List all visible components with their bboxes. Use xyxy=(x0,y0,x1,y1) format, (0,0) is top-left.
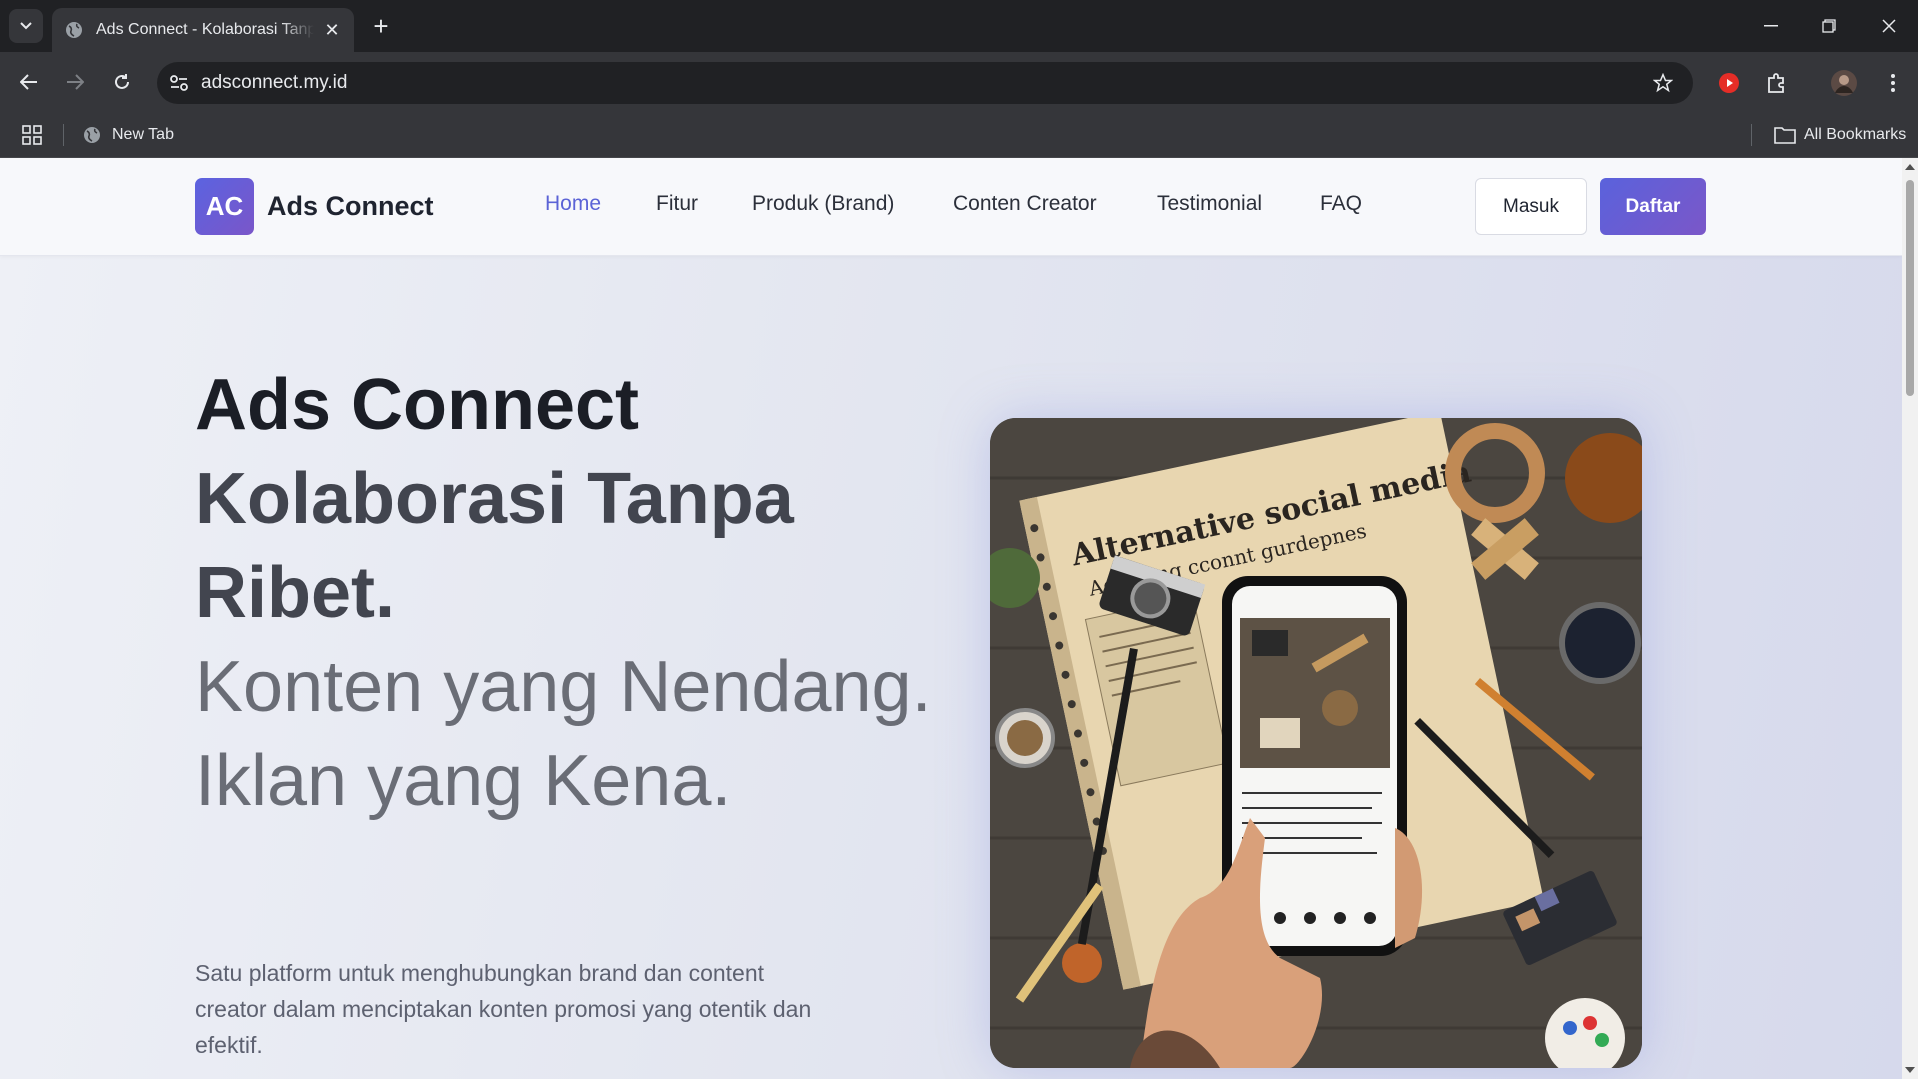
back-button[interactable] xyxy=(11,64,47,100)
site-info-icon[interactable] xyxy=(169,74,189,92)
chevron-down-icon xyxy=(20,22,32,30)
all-bookmarks-button[interactable]: All Bookmarks xyxy=(1774,120,1906,150)
extension-button[interactable] xyxy=(1712,66,1746,100)
red-extension-icon xyxy=(1719,73,1739,93)
apps-button[interactable] xyxy=(22,120,42,150)
url-text: adsconnect.my.id xyxy=(201,72,348,93)
new-tab-button[interactable]: + xyxy=(366,12,396,42)
hero-title-line2: Kolaborasi Tanpa Ribet. xyxy=(195,459,794,633)
minimize-button[interactable] xyxy=(1748,10,1794,42)
bookmark-new-tab[interactable]: New Tab xyxy=(82,120,174,150)
puzzle-icon xyxy=(1768,73,1784,93)
hero-image: Alternative social media Adddring cconnt… xyxy=(990,418,1642,1068)
browser-tab[interactable]: Ads Connect - Kolaborasi Tanpa Ribet. ✕ xyxy=(52,8,354,52)
avatar-icon xyxy=(1831,70,1857,96)
scroll-down-arrow[interactable] xyxy=(1905,1067,1915,1073)
tab-search-button[interactable] xyxy=(9,9,43,43)
forward-button[interactable] xyxy=(57,64,93,100)
login-button[interactable]: Masuk xyxy=(1475,178,1587,235)
bookmark-divider xyxy=(63,124,64,146)
tab-strip: Ads Connect - Kolaborasi Tanpa Ribet. ✕ … xyxy=(0,0,1918,52)
globe-icon xyxy=(84,127,100,143)
address-bar[interactable]: adsconnect.my.id xyxy=(157,62,1693,104)
folder-icon xyxy=(1774,127,1796,144)
nav-link-produk[interactable]: Produk (Brand) xyxy=(752,192,894,216)
arrow-right-icon xyxy=(67,74,84,90)
hero-illustration: Alternative social media Adddring cconnt… xyxy=(990,418,1642,1068)
restore-icon xyxy=(1822,19,1836,33)
more-vertical-icon xyxy=(1891,74,1895,92)
site-navbar: AC Ads Connect Home Fitur Produk (Brand)… xyxy=(0,158,1902,256)
page-scrollbar[interactable] xyxy=(1902,158,1918,1079)
nav-link-faq[interactable]: FAQ xyxy=(1320,192,1362,216)
arrow-left-icon xyxy=(20,74,37,90)
close-window-button[interactable] xyxy=(1866,10,1912,42)
scroll-thumb[interactable] xyxy=(1906,180,1914,396)
logo-text: Ads Connect xyxy=(267,191,434,221)
minimize-icon xyxy=(1764,25,1778,27)
web-page: AC Ads Connect Home Fitur Produk (Brand)… xyxy=(0,158,1902,1079)
all-bookmarks-label: All Bookmarks xyxy=(1804,126,1907,143)
reload-icon xyxy=(115,74,129,89)
bookmark-divider xyxy=(1751,124,1752,146)
hero-description: Satu platform untuk menghubungkan brand … xyxy=(195,960,812,1058)
nav-link-conten-creator[interactable]: Conten Creator xyxy=(953,192,1097,216)
register-button[interactable]: Daftar xyxy=(1600,178,1706,235)
nav-link-testimonial[interactable]: Testimonial xyxy=(1157,192,1262,216)
nav-link-home[interactable]: Home xyxy=(545,192,601,216)
bookmarks-bar: New Tab All Bookmarks xyxy=(0,112,1918,158)
apps-grid-icon xyxy=(22,125,42,145)
bookmark-star-icon[interactable] xyxy=(1653,73,1673,93)
logo-mark: AC xyxy=(195,178,254,235)
site-logo[interactable]: AC Ads Connect xyxy=(195,178,434,235)
browser-menu-button[interactable] xyxy=(1876,66,1910,100)
close-icon xyxy=(1882,19,1896,33)
globe-icon xyxy=(66,22,82,38)
hero-title: Ads Connect Kolaborasi Tanpa Ribet. xyxy=(195,358,915,640)
profile-button[interactable] xyxy=(1827,66,1861,100)
close-tab-icon[interactable]: ✕ xyxy=(322,20,342,41)
extensions-menu-button[interactable] xyxy=(1760,66,1794,100)
tab-title: Ads Connect - Kolaborasi Tanpa Ribet. xyxy=(96,21,314,38)
scroll-up-arrow[interactable] xyxy=(1905,164,1915,170)
bookmark-new-tab-label: New Tab xyxy=(112,126,174,143)
hero-title-line1: Ads Connect xyxy=(195,365,640,445)
reload-button[interactable] xyxy=(104,64,140,100)
browser-toolbar: adsconnect.my.id xyxy=(0,52,1918,112)
hero-subtitle: Konten yang Nendang. Iklan yang Kena. xyxy=(195,647,932,821)
restore-button[interactable] xyxy=(1806,10,1852,42)
nav-link-fitur[interactable]: Fitur xyxy=(656,192,698,216)
